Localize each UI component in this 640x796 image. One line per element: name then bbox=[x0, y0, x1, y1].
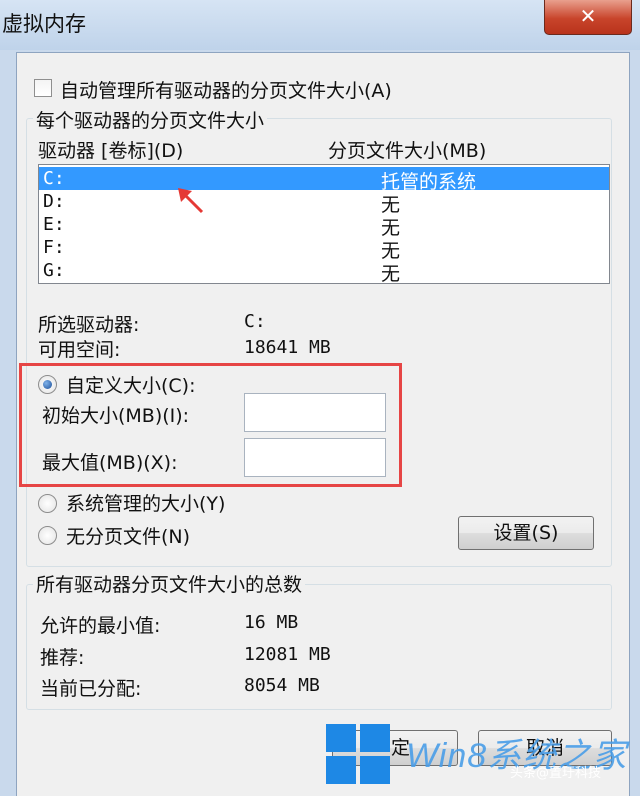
recommended-label: 推荐: bbox=[40, 647, 85, 669]
no-paging-label[interactable]: 无分页文件(N) bbox=[66, 522, 190, 549]
list-item[interactable]: G: 无 bbox=[39, 259, 609, 285]
current-label: 当前已分配: bbox=[40, 678, 142, 700]
list-item[interactable]: E: 无 bbox=[39, 213, 609, 239]
recommended-value: 12081 MB bbox=[244, 644, 331, 665]
min-label: 允许的最小值: bbox=[40, 615, 161, 637]
column-header-drive: 驱动器 [卷标](D) bbox=[38, 140, 184, 162]
selected-drive-label: 所选驱动器: bbox=[38, 314, 140, 336]
highlight-box bbox=[19, 363, 402, 487]
window-title: 虚拟内存 bbox=[2, 12, 86, 36]
total-group-title: 所有驱动器分页文件大小的总数 bbox=[33, 570, 306, 597]
set-button[interactable]: 设置(S) bbox=[458, 516, 594, 550]
free-space-label: 可用空间: bbox=[38, 339, 121, 361]
auto-manage-checkbox[interactable] bbox=[34, 79, 52, 97]
current-value: 8054 MB bbox=[244, 675, 320, 696]
watermark-sub: 头条@置玗科技 bbox=[510, 766, 602, 781]
close-button[interactable]: ✕ bbox=[544, 0, 632, 35]
list-item[interactable]: D: 无 bbox=[39, 190, 609, 216]
drive-letter: E: bbox=[43, 214, 65, 235]
selected-drive-value: C: bbox=[244, 311, 266, 332]
column-header-size: 分页文件大小(MB) bbox=[328, 140, 487, 162]
drive-letter: F: bbox=[43, 237, 65, 258]
min-value: 16 MB bbox=[244, 612, 299, 633]
annotation-arrow-icon bbox=[178, 188, 204, 214]
drive-letter: D: bbox=[43, 191, 65, 212]
list-item[interactable]: C: 托管的系统 bbox=[39, 167, 609, 193]
system-managed-label[interactable]: 系统管理的大小(Y) bbox=[66, 489, 225, 516]
drive-letter: G: bbox=[43, 260, 65, 281]
no-paging-radio[interactable] bbox=[38, 526, 57, 545]
system-managed-radio[interactable] bbox=[38, 494, 57, 513]
list-item[interactable]: F: 无 bbox=[39, 236, 609, 262]
page-size: 无 bbox=[381, 263, 401, 285]
auto-manage-label[interactable]: 自动管理所有驱动器的分页文件大小(A) bbox=[60, 76, 392, 103]
drive-list[interactable]: C: 托管的系统 D: 无 E: 无 F: 无 G: 无 bbox=[38, 164, 610, 285]
drive-group-title: 每个驱动器的分页文件大小 bbox=[33, 106, 268, 133]
free-space-value: 18641 MB bbox=[244, 337, 331, 358]
title-bar: 虚拟内存 ✕ bbox=[0, 0, 640, 50]
windows-logo-icon bbox=[326, 724, 396, 790]
close-icon: ✕ bbox=[579, 4, 597, 28]
drive-letter: C: bbox=[43, 168, 65, 189]
